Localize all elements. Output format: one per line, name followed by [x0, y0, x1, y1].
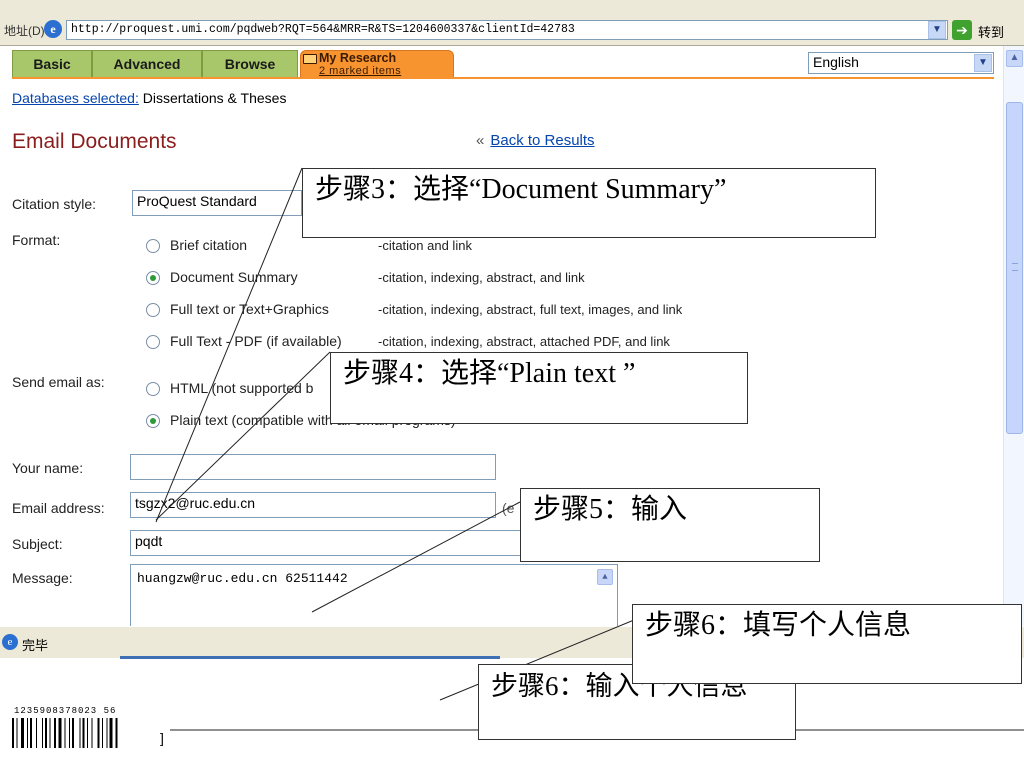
go-arrow-icon[interactable]: ➔ [952, 20, 972, 40]
back-chevron-icon: « [476, 132, 485, 149]
barcode-bar [16, 718, 18, 748]
annotation-step4: 步骤4：选择“Plain text ” [330, 352, 748, 424]
barcode-bar [115, 718, 118, 748]
barcode-bar [45, 718, 47, 748]
barcode-icon [12, 718, 118, 748]
barcode-bracket: ] [160, 730, 164, 746]
message-value: huangzw@ruc.edu.cn 62511442 [137, 571, 348, 586]
marked-items-link[interactable]: 2 marked items [319, 65, 401, 77]
format-radio-fulltext[interactable] [146, 303, 160, 317]
tab-advanced[interactable]: Advanced [92, 50, 202, 78]
address-bar: 地址(D) e http://proquest.umi.com/pqdweb?R… [0, 14, 1024, 46]
format-option-pdf: Full Text - PDF (if available) [170, 333, 342, 349]
your-name-label: Your name: [12, 460, 84, 476]
databases-selected-value: Dissertations & Theses [142, 90, 287, 106]
page-scrollbar[interactable]: ▲ [1003, 46, 1024, 626]
barcode-bar [79, 718, 81, 748]
barcode-bar [27, 718, 28, 748]
format-desc-fulltext: -citation, indexing, abstract, full text… [378, 302, 683, 317]
format-radio-brief[interactable] [146, 239, 160, 253]
annotation-step3: 步骤3：选择“Document Summary” [302, 168, 876, 238]
ie-page-icon: e [44, 20, 62, 38]
format-label: Format: [12, 232, 61, 248]
tab-divider [12, 77, 994, 79]
barcode-bar [97, 718, 100, 748]
format-desc-pdf: -citation, indexing, abstract, attached … [378, 334, 670, 349]
scroll-up-icon[interactable]: ▲ [597, 569, 613, 585]
my-research-title: My Research [319, 51, 397, 65]
message-textarea[interactable]: huangzw@ruc.edu.cn 62511442 ▲ [130, 564, 618, 626]
scroll-up-icon[interactable]: ▲ [1006, 50, 1023, 67]
barcode-bar [91, 718, 93, 748]
email-address-label: Email address: [12, 500, 105, 516]
tab-my-research[interactable]: My Research 2 marked items [300, 50, 454, 78]
page-title: Email Documents [12, 130, 177, 153]
message-label: Message: [12, 570, 73, 586]
status-text: 完毕 [22, 638, 49, 653]
back-to-results-link[interactable]: Back to Results [490, 132, 594, 149]
barcode-bar [72, 718, 74, 748]
format-desc-brief: -citation and link [378, 238, 472, 253]
subject-input[interactable]: pqdt [130, 530, 530, 556]
email-hint: (e [502, 500, 515, 516]
send-radio-html[interactable] [146, 382, 160, 396]
barcode-bar [30, 718, 32, 748]
format-desc-summary: -citation, indexing, abstract, and link [378, 270, 585, 285]
barcode-bar [42, 718, 43, 748]
barcode-bar [12, 718, 14, 748]
progress-line [120, 656, 500, 659]
format-radio-summary[interactable] [146, 271, 160, 285]
your-name-input[interactable] [130, 454, 496, 480]
url-dropdown-icon[interactable]: ▼ [928, 21, 946, 39]
barcode-bar [109, 718, 113, 748]
barcode-bar [49, 718, 51, 748]
language-value: English [813, 54, 859, 70]
barcode-bar [87, 718, 88, 748]
email-address-input[interactable]: tsgzx2@ruc.edu.cn [130, 492, 496, 518]
address-label: 地址(D) [4, 24, 45, 38]
tab-browse[interactable]: Browse [202, 50, 298, 78]
barcode-bar [69, 718, 70, 748]
subject-label: Subject: [12, 536, 63, 552]
back-to-results[interactable]: « Back to Results [476, 132, 595, 149]
format-radio-pdf[interactable] [146, 335, 160, 349]
language-select[interactable]: English ▼ [808, 52, 994, 74]
databases-selected-link[interactable]: Databases selected: [12, 90, 139, 106]
citation-style-select[interactable]: ProQuest Standard [132, 190, 302, 216]
go-button[interactable]: 转到 [978, 22, 1004, 41]
format-option-fulltext: Full text or Text+Graphics [170, 301, 329, 317]
ie-status-icon: e [2, 634, 18, 650]
annotation-step5: 步骤5：输入 [520, 488, 820, 562]
citation-style-label: Citation style: [12, 196, 97, 212]
send-email-as-label: Send email as: [12, 374, 105, 390]
databases-selected: Databases selected: Dissertations & Thes… [12, 90, 286, 106]
barcode-bar [64, 718, 66, 748]
tab-basic[interactable]: Basic [12, 50, 92, 78]
scrollbar-thumb[interactable] [1006, 102, 1023, 434]
format-option-summary: Document Summary [170, 269, 298, 285]
barcode-bar [58, 718, 62, 748]
chevron-down-icon[interactable]: ▼ [974, 54, 992, 72]
barcode-bar [106, 718, 108, 748]
browser-toolbar [0, 0, 1024, 14]
format-option-brief: Brief citation [170, 237, 248, 253]
barcode-bar [82, 718, 85, 748]
barcode-bar [54, 718, 56, 748]
send-option-html: HTML (not supported b [170, 380, 314, 396]
barcode-bar [21, 718, 24, 748]
annotation-step6: 步骤6：填写个人信息 [632, 604, 1022, 684]
folder-icon [303, 54, 317, 64]
barcode-bar [36, 718, 37, 748]
page-content: Basic Advanced Browse My Research 2 mark… [0, 46, 1003, 626]
barcode-bar [102, 718, 103, 748]
url-input[interactable]: http://proquest.umi.com/pqdweb?RQT=564&M… [66, 20, 948, 40]
send-radio-plain[interactable] [146, 414, 160, 428]
scrollbar-grip-icon [1012, 263, 1018, 271]
